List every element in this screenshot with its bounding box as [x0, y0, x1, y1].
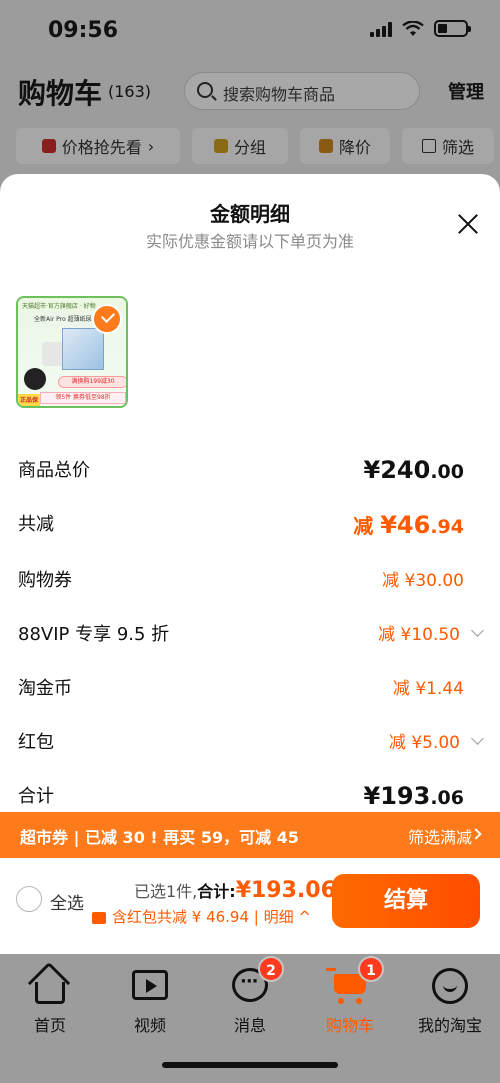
home-icon [27, 961, 71, 1006]
row-value: ¥240.00 [363, 456, 464, 484]
row-total-price: 商品总价 ¥240.00 [18, 456, 482, 488]
red-packet-icon [92, 911, 106, 924]
selected-check-icon[interactable] [92, 304, 122, 334]
discount-summary[interactable]: 含红包共减 ¥ 46.94 | 明细 ^ [92, 906, 311, 927]
signal-icon [370, 21, 392, 37]
chevron-down-icon[interactable] [471, 624, 484, 637]
supermarket-coupon-strip[interactable]: 超市券 | 已减 30 ! 再买 59，可减 45 筛选满减 [0, 812, 500, 858]
filter-chip-label: 筛选 [441, 138, 474, 157]
filter-chip-label: 分组 [233, 138, 266, 157]
profile-smile-icon [430, 966, 470, 1006]
tab-cart[interactable]: 1 购物车 [300, 956, 400, 1036]
manage-button[interactable]: 管理 [448, 78, 484, 104]
filter-chip-filter[interactable]: 筛选 [402, 128, 494, 164]
price-drop-icon [318, 139, 333, 153]
page-title: 购物车 [18, 77, 103, 110]
search-icon [197, 82, 213, 98]
sheet-title: 金额明细 [210, 202, 290, 226]
message-badge: 2 [258, 956, 284, 982]
row-label: 淘金币 [18, 678, 72, 699]
selected-summary: 已选1件,合计:¥193.06 [134, 878, 336, 903]
product-bag-image [62, 328, 104, 370]
chevron-right-icon [470, 828, 482, 840]
tab-label: 购物车 [325, 1016, 374, 1035]
cart-header: 购物车 (163) 搜索购物车商品 管理 [0, 70, 500, 114]
filter-chip-price[interactable]: 价格抢先看 › [16, 128, 180, 164]
tab-label: 消息 [233, 1016, 266, 1035]
status-time: 09:56 [48, 18, 119, 43]
row-red-packet[interactable]: 红包 减 ¥5.00 [18, 728, 484, 760]
video-icon [130, 966, 170, 1006]
search-input[interactable]: 搜索购物车商品 [184, 72, 420, 110]
folder-icon [213, 139, 228, 153]
row-88vip[interactable]: 88VIP 专享 9.5 折 减 ¥10.50 [18, 620, 484, 652]
tab-messages[interactable]: 2 消息 [200, 956, 300, 1036]
row-label: 购物券 [18, 570, 72, 591]
total-price: ¥193.06 [235, 878, 336, 903]
checkout-button[interactable]: 结算 [332, 874, 480, 928]
row-subtotal: 合计 ¥193.06 [18, 782, 482, 814]
status-bar: 09:56 [0, 0, 500, 60]
mascot-icon [24, 368, 46, 390]
tab-label: 我的淘宝 [417, 1016, 482, 1035]
filter-chip-label: 降价 [338, 138, 371, 157]
product-thumb-name: 全新Air Pro 超薄纸尿裤 [34, 316, 98, 323]
cart-icon: 1 [326, 956, 384, 1006]
row-value: 减 ¥1.44 [392, 679, 464, 699]
message-icon: 2 [230, 956, 284, 1006]
tab-my-taobao[interactable]: 我的淘宝 [400, 966, 500, 1036]
tab-label: 视频 [133, 1016, 166, 1035]
row-total-discount: 共减 减 ¥46.94 [18, 510, 482, 542]
close-icon[interactable] [456, 212, 480, 236]
price-tag-icon [41, 139, 56, 153]
select-all-label[interactable]: 全选 [50, 889, 84, 914]
tab-home[interactable]: 首页 [0, 961, 100, 1036]
detail-toggle[interactable]: 明细 ^ [264, 908, 311, 926]
row-coupon: 购物券 减 ¥30.00 [18, 566, 482, 598]
battery-icon [434, 20, 471, 37]
chevron-down-icon[interactable] [471, 732, 484, 745]
cart-item-count: (163) [108, 82, 152, 101]
wifi-icon [402, 20, 424, 36]
filter-chip-price-drop[interactable]: 降价 [300, 128, 390, 164]
coupon-strip-text: 超市券 | 已减 30 ! 再买 59，可减 45 [20, 828, 299, 847]
sheet-subtitle: 实际优惠金额请以下单页为准 [145, 232, 354, 251]
row-label: 合计 [18, 786, 54, 807]
filter-full-reduction-link[interactable]: 筛选满减 [408, 824, 472, 848]
filter-icon [421, 139, 436, 153]
row-value: ¥193.06 [363, 782, 464, 810]
chevron-right-icon: › [147, 136, 155, 156]
row-value: 减 ¥5.00 [388, 733, 460, 753]
search-placeholder: 搜索购物车商品 [223, 85, 336, 104]
row-label: 88VIP 专享 9.5 折 [18, 624, 170, 645]
row-value: 减 ¥46.94 [353, 511, 464, 539]
home-indicator [162, 1062, 338, 1068]
row-label: 红包 [18, 732, 54, 753]
row-label: 商品总价 [18, 460, 90, 481]
product-promo-2: 领5件 换券低至98折 [40, 392, 126, 404]
filter-row: 价格抢先看 › 分组 降价 筛选 [0, 128, 500, 166]
row-value: 减 ¥30.00 [382, 571, 464, 591]
row-label: 共减 [18, 514, 54, 535]
product-promo-1: 满换购199减30 [58, 376, 126, 388]
status-icons [370, 20, 471, 37]
tab-video[interactable]: 视频 [100, 966, 200, 1036]
row-value: 减 ¥10.50 [378, 625, 460, 645]
cart-badge: 1 [358, 956, 384, 982]
select-all-radio[interactable] [16, 886, 42, 912]
checkout-bar: 全选 已选1件,合计:¥193.06 含红包共减 ¥ 46.94 | 明细 ^ … [0, 858, 500, 954]
authentic-badge: 正品保障 [18, 394, 40, 406]
filter-chip-label: 价格抢先看 [61, 138, 142, 157]
tab-label: 首页 [33, 1016, 66, 1035]
filter-chip-group[interactable]: 分组 [192, 128, 288, 164]
row-taojinbi: 淘金币 减 ¥1.44 [18, 674, 482, 706]
